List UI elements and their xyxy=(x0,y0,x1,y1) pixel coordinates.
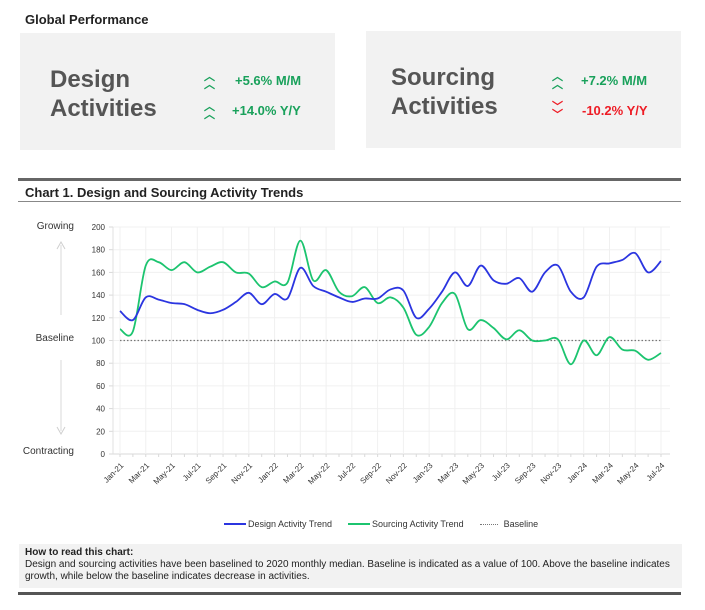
legend-design: Design Activity Trend xyxy=(224,519,332,529)
x-tick-label: Jan-22 xyxy=(256,461,280,485)
x-tick-label: Nov-22 xyxy=(384,461,409,486)
x-tick-label: Mar-24 xyxy=(591,461,616,486)
y-tick-label: 120 xyxy=(92,314,106,323)
chart-legend: Design Activity Trend Sourcing Activity … xyxy=(224,519,538,529)
y-tick-label: 20 xyxy=(96,427,105,436)
sourcing-activity-line xyxy=(119,239,662,366)
y-tick-label: 40 xyxy=(96,405,105,414)
legend-baseline-label: Baseline xyxy=(503,519,539,529)
note-body: Design and sourcing activities have been… xyxy=(25,559,670,582)
legend-sourcing-label: Sourcing Activity Trend xyxy=(372,519,464,529)
legend-design-swatch xyxy=(224,523,246,525)
legend-baseline-swatch xyxy=(479,523,498,525)
x-tick-label: Jul-23 xyxy=(490,461,512,483)
y-tick-label: 80 xyxy=(96,359,105,368)
x-tick-label: Jul-21 xyxy=(181,461,203,483)
x-tick-label: Nov-21 xyxy=(230,461,255,486)
x-tick-label: Sep-21 xyxy=(204,461,229,486)
legend-sourcing-swatch xyxy=(348,523,371,525)
x-tick-label: Jan-23 xyxy=(411,461,435,485)
y-tick-label: 0 xyxy=(101,450,106,459)
x-tick-label: Jan-21 xyxy=(102,461,126,485)
bottom-divider xyxy=(18,592,681,595)
x-tick-label: Mar-22 xyxy=(281,461,306,486)
x-tick-label: Mar-21 xyxy=(127,461,152,486)
note-heading: How to read this chart: xyxy=(25,547,134,558)
x-tick-label: Mar-23 xyxy=(436,461,461,486)
y-tick-label: 60 xyxy=(96,382,105,391)
x-tick-label: Jan-24 xyxy=(565,461,589,485)
design-activity-line xyxy=(119,251,662,322)
y-tick-label: 200 xyxy=(92,223,106,232)
y-tick-label: 100 xyxy=(92,337,106,346)
x-tick-label: Sep-23 xyxy=(513,461,538,486)
y-tick-label: 180 xyxy=(92,246,106,255)
x-tick-label: May-23 xyxy=(461,461,487,487)
x-tick-label: Sep-22 xyxy=(358,461,383,486)
y-tick-label: 140 xyxy=(92,291,106,300)
x-tick-label: May-24 xyxy=(615,461,641,487)
x-tick-label: May-22 xyxy=(306,461,332,487)
line-chart: 020406080100120140160180200Jan-21 Mar-21 M… xyxy=(56,223,670,487)
how-to-read-note: How to read this chart: Design and sourc… xyxy=(19,544,682,588)
x-tick-label: May-21 xyxy=(152,461,178,487)
x-tick-label: Jul-22 xyxy=(335,461,357,483)
legend-sourcing: Sourcing Activity Trend xyxy=(348,519,464,529)
x-tick-label: Jul-24 xyxy=(645,461,667,483)
legend-baseline: Baseline xyxy=(479,519,539,529)
y-tick-label: 160 xyxy=(92,268,106,277)
legend-design-label: Design Activity Trend xyxy=(248,519,333,529)
x-tick-label: Nov-23 xyxy=(539,461,564,486)
